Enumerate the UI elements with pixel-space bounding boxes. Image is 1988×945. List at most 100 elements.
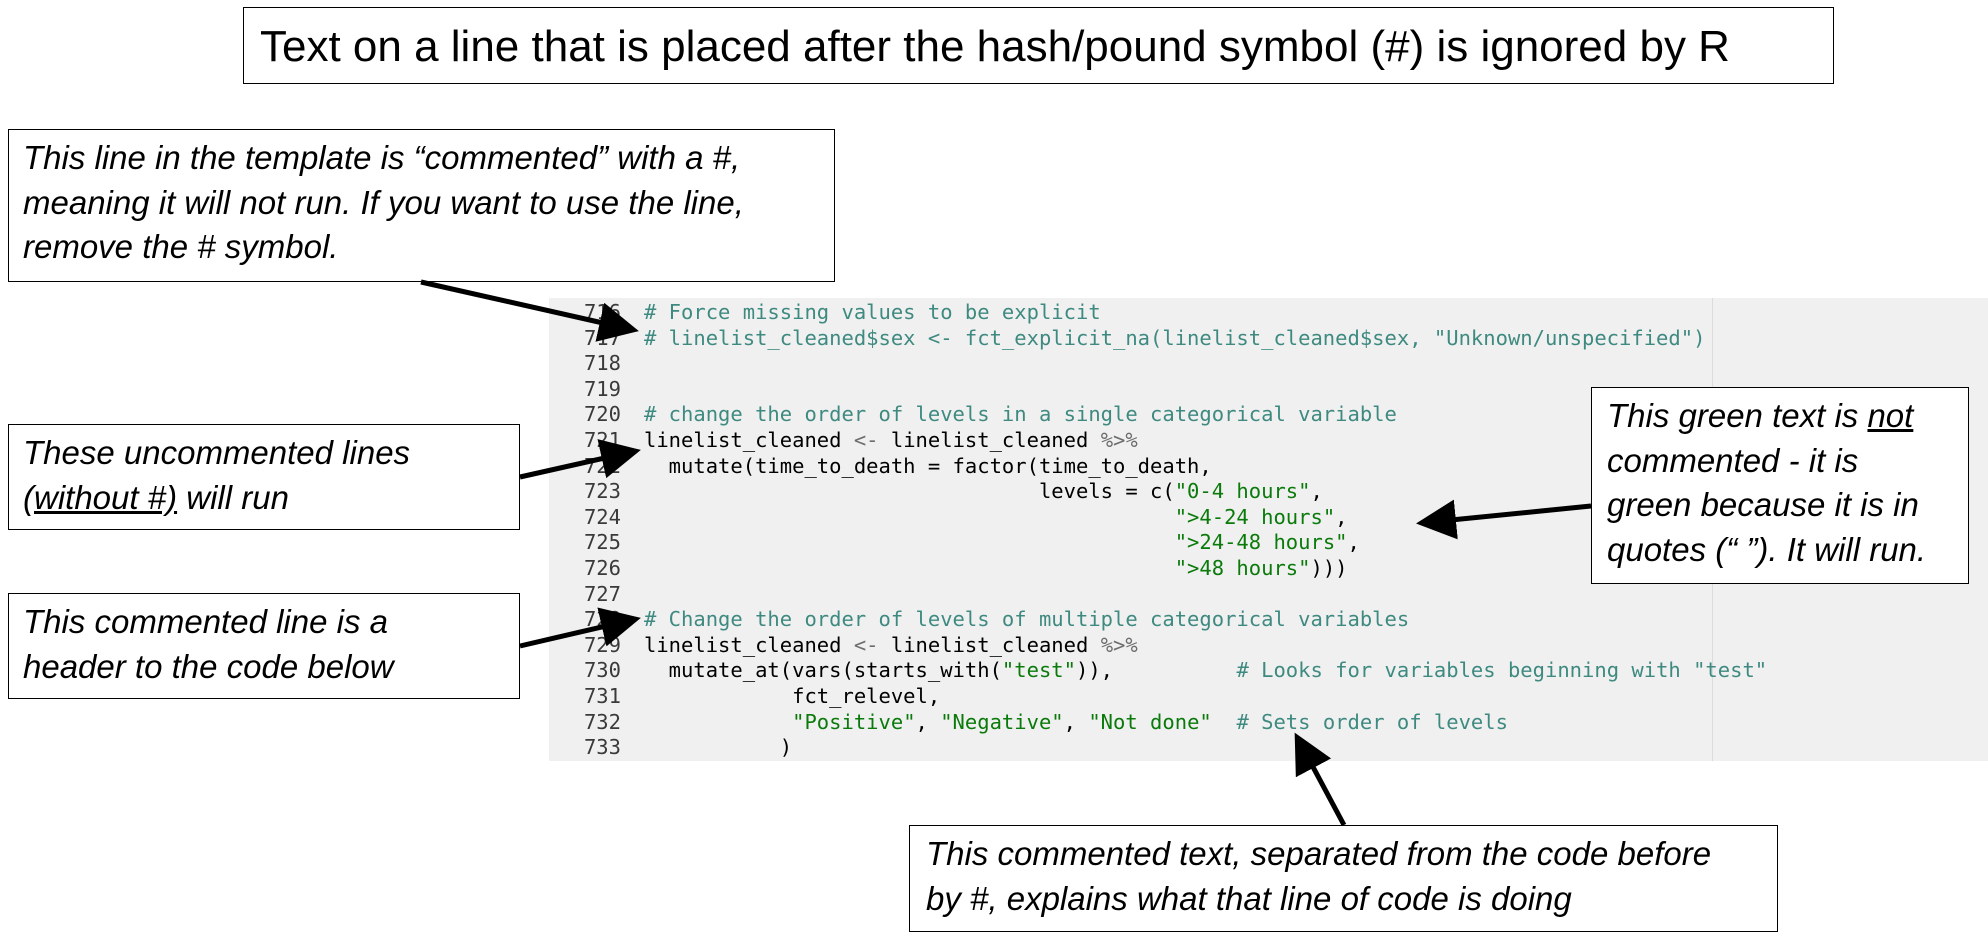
code-text: # linelist_cleaned$sex <- fct_explicit_n… [644, 326, 1705, 350]
note-line: meaning it will not run. If you want to … [23, 183, 744, 221]
code-token: , [1310, 479, 1323, 504]
note-line: These uncommented lines [23, 434, 411, 471]
code-token: )), [1075, 658, 1237, 683]
code-string: ">4-24 hours" [1174, 504, 1336, 529]
code-text: mutate(time_to_death = factor(time_to_de… [644, 454, 1212, 478]
code-text: ) [644, 735, 792, 759]
code-token: linelist_cleaned [644, 428, 854, 452]
note-line: quotes (“ ”). It will run. [1607, 530, 1927, 568]
code-line[interactable]: 716 # Force missing values to be explicit [549, 300, 1101, 326]
code-text: # Change the order of levels of multiple… [644, 607, 1409, 631]
note-line: (without #) will run [23, 476, 505, 521]
line-number: 719 [583, 376, 621, 401]
code-token: , [1335, 504, 1348, 529]
code-text: mutate_at(vars(starts_with("test")), # L… [644, 658, 1767, 682]
note-line: This commented line is a [23, 603, 388, 640]
note-inline-comment: This commented text, separated from the … [909, 825, 1778, 932]
line-number: 716 [583, 300, 621, 324]
line-number: 723 [583, 479, 621, 504]
code-token: mutate(time_to_death = factor(time_to_de… [644, 453, 1212, 478]
note-header-comment: This commented line is a header to the c… [8, 593, 520, 699]
slide-title: Text on a line that is placed after the … [260, 22, 1730, 71]
line-number: 729 [583, 632, 621, 657]
note-line: commented - it is [1607, 441, 1859, 479]
code-line[interactable]: 720 # change the order of levels in a sin… [549, 402, 1397, 428]
code-text: fct_relevel, [644, 684, 940, 708]
code-token: , [1063, 709, 1089, 734]
code-line[interactable]: 718 [549, 351, 644, 377]
line-number: 720 [583, 402, 621, 427]
note-text: ( [23, 478, 34, 516]
code-token: linelist_cleaned [878, 428, 1101, 452]
code-token: fct_relevel, [644, 684, 941, 708]
code-line[interactable]: 733 ) [549, 735, 792, 761]
line-number: 733 [583, 735, 621, 760]
note-line: header to the code below [23, 647, 394, 685]
code-line[interactable]: 721 linelist_cleaned <- linelist_cleaned … [549, 428, 1138, 454]
code-comment: # Sets order of levels [1236, 709, 1508, 734]
code-line[interactable]: 724 ">4-24 hours", [549, 505, 1348, 531]
code-string: "test" [1001, 658, 1076, 683]
code-line[interactable]: 727 [549, 582, 644, 608]
note-uncommented-lines: These uncommented lines (without #) will… [8, 424, 520, 530]
code-token: linelist_cleaned [878, 632, 1101, 657]
code-token: <- [853, 428, 879, 452]
code-text: ">4-24 hours", [644, 505, 1348, 529]
note-text: will run [177, 478, 289, 516]
note-green-text: This green text is not commented - it is… [1591, 387, 1969, 584]
code-token: linelist_cleaned [644, 632, 854, 657]
line-number: 728 [583, 607, 621, 632]
note-underlined-text: without #) [34, 478, 178, 516]
code-line[interactable]: 726 ">48 hours"))) [549, 556, 1348, 582]
code-text: "Positive", "Negative", "Not done" # Set… [644, 710, 1508, 734]
note-line: by #, explains what that line of code is… [926, 879, 1572, 917]
code-token: mutate_at(vars(starts_with( [644, 658, 1002, 683]
code-line[interactable]: 730 mutate_at(vars(starts_with("test")),… [549, 658, 1767, 684]
line-number: 717 [583, 325, 621, 350]
code-string: "Negative" [940, 709, 1064, 734]
note-line: This green text is not [1607, 394, 1954, 439]
code-text: ">24-48 hours", [644, 530, 1360, 554]
code-text: # change the order of levels in a single… [644, 402, 1397, 426]
code-token: <- [853, 632, 879, 657]
code-line[interactable]: 717 # linelist_cleaned$sex <- fct_explici… [549, 326, 1705, 352]
code-text: # Force missing values to be explicit [644, 300, 1101, 324]
line-number: 732 [583, 709, 621, 734]
note-text: This green text is [1607, 397, 1868, 434]
note-commented-line: This line in the template is “commented”… [8, 129, 835, 282]
code-comment: # Change the order of levels of multiple… [644, 607, 1410, 632]
code-line[interactable]: 719 [549, 377, 644, 403]
code-comment: # change the order of levels in a single… [644, 402, 1397, 427]
line-number: 726 [583, 556, 621, 580]
code-token: %>% [1100, 428, 1138, 452]
note-line: green because it is in [1607, 486, 1919, 523]
code-line[interactable]: 723 levels = c("0-4 hours", [549, 479, 1323, 505]
slide-title-box: Text on a line that is placed after the … [243, 7, 1834, 84]
code-token: , [1347, 530, 1360, 555]
code-line[interactable]: 729 linelist_cleaned <- linelist_cleaned … [549, 633, 1138, 659]
code-text: levels = c("0-4 hours", [644, 479, 1323, 503]
code-token: ))) [1310, 556, 1348, 580]
code-comment: # Looks for variables beginning with "te… [1236, 658, 1768, 683]
line-number: 718 [583, 351, 621, 376]
code-line[interactable]: 722 mutate(time_to_death = factor(time_t… [549, 454, 1212, 480]
note-underlined-text: not [1867, 397, 1914, 434]
code-token: levels = c( [644, 479, 1175, 504]
line-number: 731 [583, 684, 621, 708]
code-token: ) [644, 735, 793, 760]
code-comment: # linelist_cleaned$sex <- fct_explicit_n… [644, 325, 1706, 350]
code-token: %>% [1100, 632, 1138, 657]
code-line[interactable]: 732 "Positive", "Negative", "Not done" #… [549, 710, 1508, 736]
code-line[interactable]: 725 ">24-48 hours", [549, 530, 1360, 556]
line-number: 724 [583, 504, 621, 529]
note-line: remove the # symbol. [23, 228, 339, 265]
code-comment: # Force missing values to be explicit [644, 300, 1101, 324]
code-string: "0-4 hours" [1174, 479, 1311, 504]
code-line[interactable]: 731 fct_relevel, [549, 684, 940, 710]
code-line[interactable]: 728 # Change the order of levels of multi… [549, 607, 1409, 633]
